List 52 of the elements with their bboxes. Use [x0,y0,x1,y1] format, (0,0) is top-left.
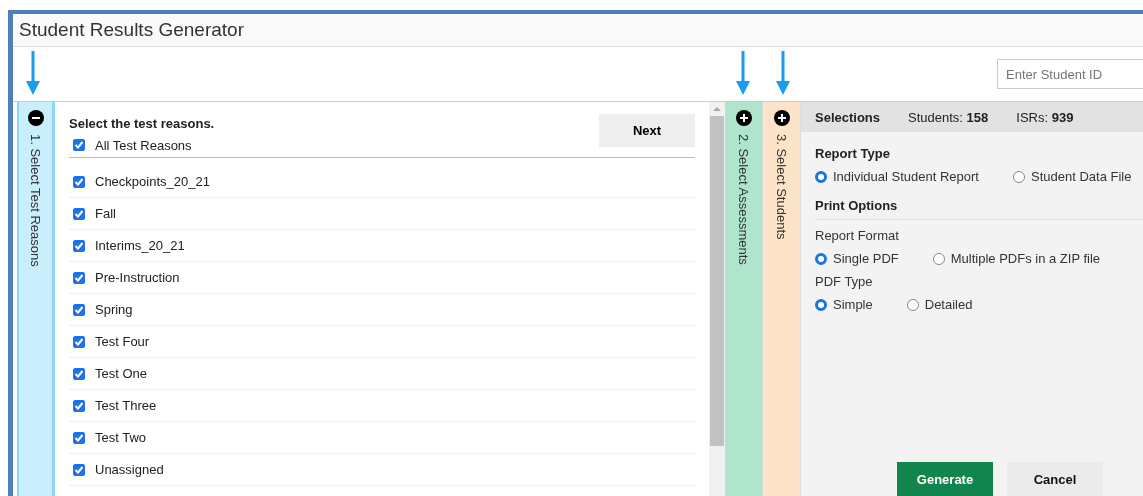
students-count: Students: 158 [908,109,989,125]
radio-option[interactable]: Student Data File [1013,169,1132,184]
checkbox[interactable] [73,207,85,220]
checkbox-label: Test One [95,366,148,381]
checkbox[interactable] [73,463,85,476]
radio-option[interactable]: Simple [815,297,873,312]
radio-option[interactable]: Individual Student Report [815,169,979,184]
next-button[interactable]: Next [599,114,695,147]
checkbox[interactable] [73,431,85,444]
checkbox-label: Spring [95,302,133,317]
scrollbar-thumb[interactable] [710,116,724,446]
plus-circle-icon [735,110,752,126]
down-arrow-icon [26,51,40,95]
checkbox[interactable] [73,239,85,252]
checkbox-label: Unassigned [95,462,164,477]
group-label: PDF Type [815,274,874,289]
scrollbar[interactable] [709,102,725,496]
checkbox-label: Checkpoints_20_21 [95,174,210,189]
step-tab[interactable]: 1. Select Test Reasons [17,102,55,496]
report-type-heading: Report Type [815,146,891,161]
checkbox-label: All Test Reasons [95,137,192,153]
checkbox[interactable] [73,175,85,188]
checkbox[interactable] [73,335,85,348]
minus-circle-icon [27,110,44,126]
checkbox-label: Test Three [95,398,157,413]
down-arrow-icon [736,51,750,95]
cancel-button[interactable]: Cancel [1007,462,1103,496]
selections-title: Selections [815,109,881,125]
checkbox[interactable] [73,303,85,316]
radio-option[interactable]: Single PDF [815,251,899,266]
generate-button[interactable]: Generate [897,462,993,496]
radio-option[interactable]: Multiple PDFs in a ZIP file [932,251,1101,266]
print-options-heading: Print Options [815,198,1143,220]
checkbox-label: Fall [95,206,116,221]
section-heading: Select the test reasons. [69,116,215,131]
checkbox-label: Interims_20_21 [95,238,185,253]
checkbox-label: Test Four [95,334,150,349]
down-arrow-icon [776,51,790,95]
plus-circle-icon [773,110,790,126]
checkbox[interactable] [73,139,85,151]
checkbox-label: Pre-Instruction [95,270,180,285]
checkbox[interactable] [73,399,85,412]
radio-option[interactable]: Detailed [906,297,973,312]
step-tab[interactable]: 3. Select Students [763,102,801,496]
group-label: Report Format [815,228,900,243]
checkbox-label: Test Two [95,430,147,445]
student-id-field[interactable]: Enter Student ID [997,59,1143,89]
window-title: Student Results Generator [19,19,244,41]
checkbox[interactable] [73,367,85,380]
step-tab[interactable]: 2. Select Assessments [725,102,763,496]
isrs-count: ISRs: 939 [1016,109,1074,125]
checkbox[interactable] [73,271,85,284]
